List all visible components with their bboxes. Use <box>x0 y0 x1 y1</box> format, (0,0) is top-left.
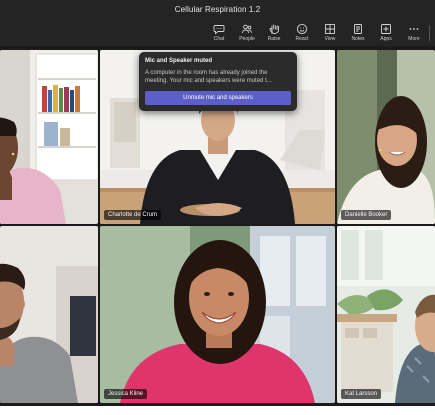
apps-button[interactable]: Apps <box>374 21 398 45</box>
participant-video-3 <box>337 50 435 224</box>
apps-label: Apps <box>380 36 392 42</box>
view-button[interactable]: View <box>318 21 342 45</box>
people-button[interactable]: People <box>235 21 259 45</box>
notification-title: Mic and Speaker muted <box>145 58 213 64</box>
more-button[interactable]: More <box>402 21 426 45</box>
participant-name: Charlotte de Crum <box>104 210 162 220</box>
mic-muted-notification: Mic and Speaker muted A computer in the … <box>139 52 297 111</box>
react-button[interactable]: React <box>290 21 314 45</box>
chat-label: Chat <box>213 36 225 42</box>
video-tile-3[interactable]: Danielle Booker <box>337 50 435 224</box>
video-tile-4[interactable] <box>0 226 98 403</box>
react-label: React <box>295 36 309 42</box>
notes-label: Notes <box>351 36 365 42</box>
participant-name: Jessica Kline <box>104 389 148 399</box>
participant-name: Kat Larsson <box>341 389 382 399</box>
people-icon <box>242 24 252 34</box>
meeting-window: Cellular Respiration 1.2 Chat People Rai… <box>0 0 435 406</box>
participant-video-6 <box>337 226 435 403</box>
participant-video-4 <box>0 226 98 403</box>
unmute-button[interactable]: Unmute mic and speakers <box>145 91 291 105</box>
raise-label: Raise <box>267 36 281 42</box>
apps-icon <box>381 24 391 34</box>
raise-hand-icon <box>269 24 280 34</box>
video-tile-1[interactable] <box>0 50 98 224</box>
participant-name: Danielle Booker <box>341 210 392 220</box>
participant-video-1 <box>0 50 98 224</box>
notification-message: A computer in the room has already joine… <box>145 70 272 84</box>
title-bar: Cellular Respiration 1.2 <box>0 0 435 20</box>
video-tile-6[interactable]: Kat Larsson <box>337 226 435 403</box>
view-label: View <box>324 36 336 42</box>
notes-button[interactable]: Notes <box>346 21 370 45</box>
toolbar-divider <box>429 25 430 41</box>
meeting-title: Cellular Respiration 1.2 <box>174 5 261 14</box>
react-icon <box>296 23 308 35</box>
chat-button[interactable]: Chat <box>207 21 231 45</box>
more-icon <box>409 28 419 30</box>
view-icon <box>325 24 335 34</box>
people-label: People <box>239 36 255 42</box>
meeting-toolbar: Chat People Raise React View Notes Apps <box>0 20 435 46</box>
more-label: More <box>408 36 420 42</box>
video-tile-5[interactable]: Jessica Kline <box>100 226 335 403</box>
raise-hand-button[interactable]: Raise <box>262 21 286 45</box>
notes-icon <box>354 24 362 34</box>
participant-video-5 <box>100 226 335 403</box>
chat-icon <box>213 25 225 35</box>
